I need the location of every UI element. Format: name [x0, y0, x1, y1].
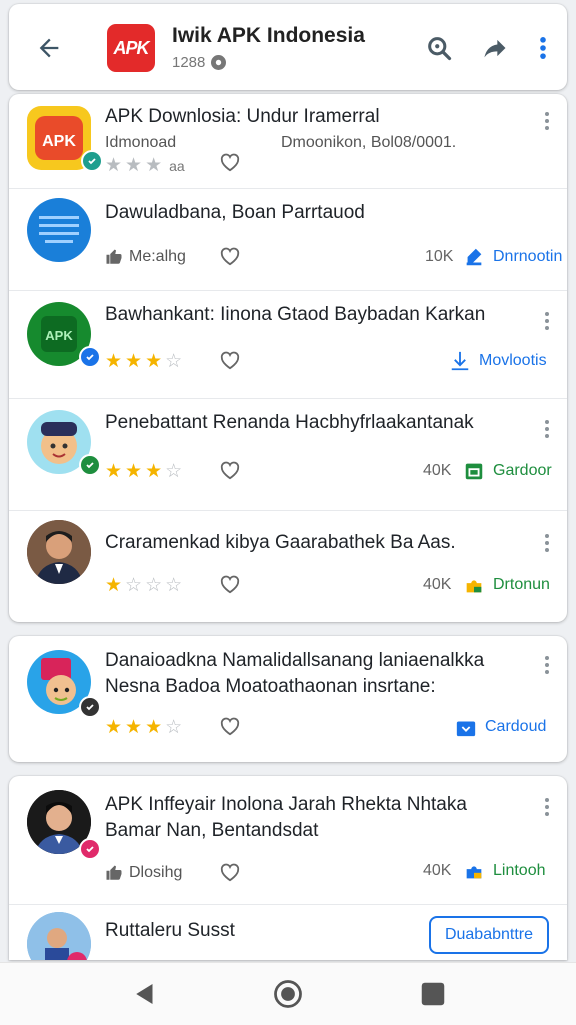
verified-badge-icon [79, 838, 101, 860]
recents-square-icon[interactable] [418, 979, 448, 1009]
puzzle-icon [466, 866, 482, 879]
app-logo: APK [107, 24, 155, 72]
item-title: Craramenkad kibya Gaarabathek Ba Aas. [105, 532, 456, 553]
list-item[interactable]: Dawuladbana, Boan Parrtauod Me:alhg 10K … [9, 188, 567, 291]
list-item[interactable]: Penebattant Renanda Hacbhyfrlaakantanak … [9, 398, 567, 511]
back-arrow-icon[interactable] [35, 34, 63, 62]
star-rating: ★★★☆ [105, 461, 186, 482]
item-subtitle: Bamar Nan, Bentandsdat [105, 820, 319, 841]
download-count: 40K [423, 576, 452, 593]
more-vert-icon[interactable] [545, 312, 551, 330]
list-item[interactable]: APK Bawhankant: Iinona Gtaod Baybadan Ka… [9, 290, 567, 399]
download-button[interactable]: Gardoor [463, 460, 552, 482]
item-subtitle: Idmonoad [105, 134, 177, 151]
like-control[interactable]: Dlosihg [105, 864, 182, 882]
app-list-card: APK Inffeyair Inolona Jarah Rhekta Nhtak… [9, 776, 567, 960]
download-button[interactable]: Lintooh [463, 860, 546, 882]
item-title: Dawuladbana, Boan Parrtauod [105, 202, 365, 223]
heart-icon[interactable] [219, 716, 241, 736]
list-item[interactable]: Danaioadkna Namalidallsanang laniaenalkk… [9, 636, 567, 762]
item-title: Ruttaleru Susst [105, 920, 235, 941]
more-vert-icon[interactable] [545, 534, 551, 552]
thumbs-up-icon [106, 865, 122, 880]
app-header: APK Iwik APK Indonesia 1288 [9, 4, 567, 90]
home-circle-icon[interactable] [273, 979, 303, 1009]
install-button[interactable]: Duababnttre [428, 916, 549, 954]
more-vert-icon[interactable] [537, 34, 549, 62]
download-icon [456, 721, 476, 737]
star-rating: ★☆☆☆ [105, 575, 186, 596]
share-icon[interactable] [481, 34, 509, 62]
item-title: Penebattant Renanda Hacbhyfrlaakantanak [105, 412, 474, 433]
heart-icon[interactable] [219, 246, 241, 266]
item-subtitle: Nesna Badoa Moatoathaonan insrtane: [105, 676, 436, 697]
back-triangle-icon[interactable] [130, 979, 160, 1009]
verified-badge-icon [79, 696, 101, 718]
app-list-card: Danaioadkna Namalidallsanang laniaenalkk… [9, 636, 567, 762]
calendar-icon [465, 463, 483, 480]
puzzle-icon [466, 580, 482, 593]
heart-icon[interactable] [219, 574, 241, 594]
download-button[interactable]: Dnrnootin [463, 246, 562, 268]
thumbs-up-icon [106, 249, 122, 264]
verified-badge-icon [79, 454, 101, 476]
heart-icon[interactable] [219, 152, 241, 172]
verified-badge-icon [79, 346, 101, 368]
app-title: Iwik APK Indonesia [172, 24, 365, 47]
star-rating: ★★★☆ [105, 351, 186, 372]
system-nav-bar [0, 962, 576, 1025]
download-button[interactable]: Movlootis [449, 350, 547, 372]
item-title: APK Downlosia: Undur Iramerral [105, 106, 380, 127]
more-vert-icon[interactable] [545, 656, 551, 674]
download-count: 40K [423, 462, 452, 479]
avatar [27, 912, 91, 960]
more-vert-icon[interactable] [545, 420, 551, 438]
item-title: APK Inffeyair Inolona Jarah Rhekta Nhtak… [105, 794, 467, 815]
heart-icon[interactable] [219, 862, 241, 882]
list-item[interactable]: Ruttaleru Susst Duababnttre [9, 904, 567, 960]
search-icon[interactable] [425, 34, 453, 62]
item-title: Danaioadkna Namalidallsanang laniaenalkk… [105, 650, 485, 671]
download-count: 40K [423, 862, 452, 879]
item-subtitle-right: Dmoonikon, Bol08/0001. [281, 134, 457, 151]
item-title: Bawhankant: Iinona Gtaod Baybadan Karkan [105, 304, 486, 325]
list-item[interactable]: APK APK Downlosia: Undur Iramerral Idmon… [9, 94, 567, 189]
star-rating: ★★★ aa [105, 155, 185, 176]
heart-icon[interactable] [219, 460, 241, 480]
more-vert-icon[interactable] [545, 798, 551, 816]
globe-icon [211, 55, 227, 70]
verified-badge-icon [81, 150, 103, 172]
download-button[interactable]: Cardoud [455, 716, 546, 738]
app-count: 1288 [172, 54, 227, 71]
like-control[interactable]: Me:alhg [105, 248, 186, 266]
download-icon [466, 248, 482, 266]
avatar [27, 520, 91, 584]
star-rating: ★★★☆ [105, 717, 186, 738]
heart-icon[interactable] [219, 350, 241, 370]
svg-text:APK: APK [42, 133, 76, 150]
download-icon [451, 351, 469, 371]
download-button[interactable]: Drtonun [463, 574, 550, 596]
list-item[interactable]: Craramenkad kibya Gaarabathek Ba Aas. ★☆… [9, 510, 567, 622]
app-list-card: APK APK Downlosia: Undur Iramerral Idmon… [9, 94, 567, 622]
app-icon [27, 198, 91, 262]
svg-text:APK: APK [45, 328, 73, 343]
list-item[interactable]: APK Inffeyair Inolona Jarah Rhekta Nhtak… [9, 776, 567, 905]
download-count: 10K [425, 248, 454, 265]
more-vert-icon[interactable] [545, 112, 551, 130]
